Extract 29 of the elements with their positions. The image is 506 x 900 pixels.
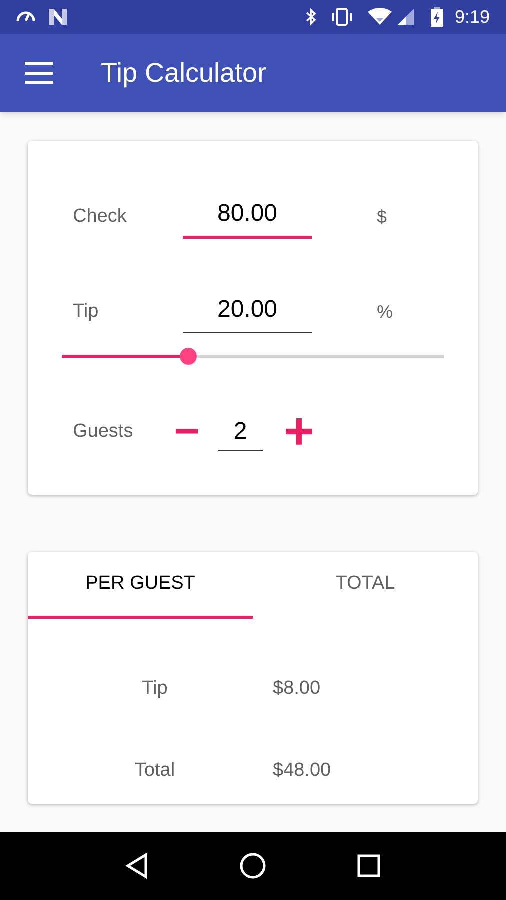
status-time: 9:19: [454, 6, 490, 28]
slider-thumb[interactable]: [180, 348, 198, 364]
guests-count: 2: [218, 414, 263, 450]
overview-icon[interactable]: [357, 854, 381, 878]
home-icon[interactable]: [239, 852, 267, 880]
battery-icon: [430, 7, 443, 27]
result-label: Total: [134, 758, 176, 783]
field-label: Check: [73, 204, 128, 229]
tip-slider[interactable]: [62, 348, 444, 364]
result-value: $8.00: [273, 676, 321, 701]
result-tab[interactable]: TOTAL: [253, 552, 478, 619]
result-tab[interactable]: PER GUEST: [28, 552, 253, 619]
guests-label: Guests: [73, 420, 134, 444]
result-value: $48.00: [273, 758, 332, 783]
menu-button[interactable]: [25, 62, 53, 84]
signal-icon: [396, 8, 415, 26]
field-label: Tip: [73, 300, 100, 324]
toolbar-title: Tip Calculator: [101, 56, 267, 90]
result-label: Tip: [141, 676, 169, 701]
unit-label: $: [377, 206, 388, 228]
back-icon[interactable]: [125, 853, 149, 879]
wifi-icon: [366, 8, 393, 26]
n-logo-icon: [48, 8, 68, 26]
number-field[interactable]: 20.00: [183, 292, 312, 332]
decrease-button[interactable]: −: [170, 410, 204, 454]
bluetooth-icon: [304, 8, 317, 26]
increase-button[interactable]: +: [279, 406, 319, 458]
unit-label: %: [377, 300, 394, 324]
number-field[interactable]: 80.00: [183, 196, 312, 238]
